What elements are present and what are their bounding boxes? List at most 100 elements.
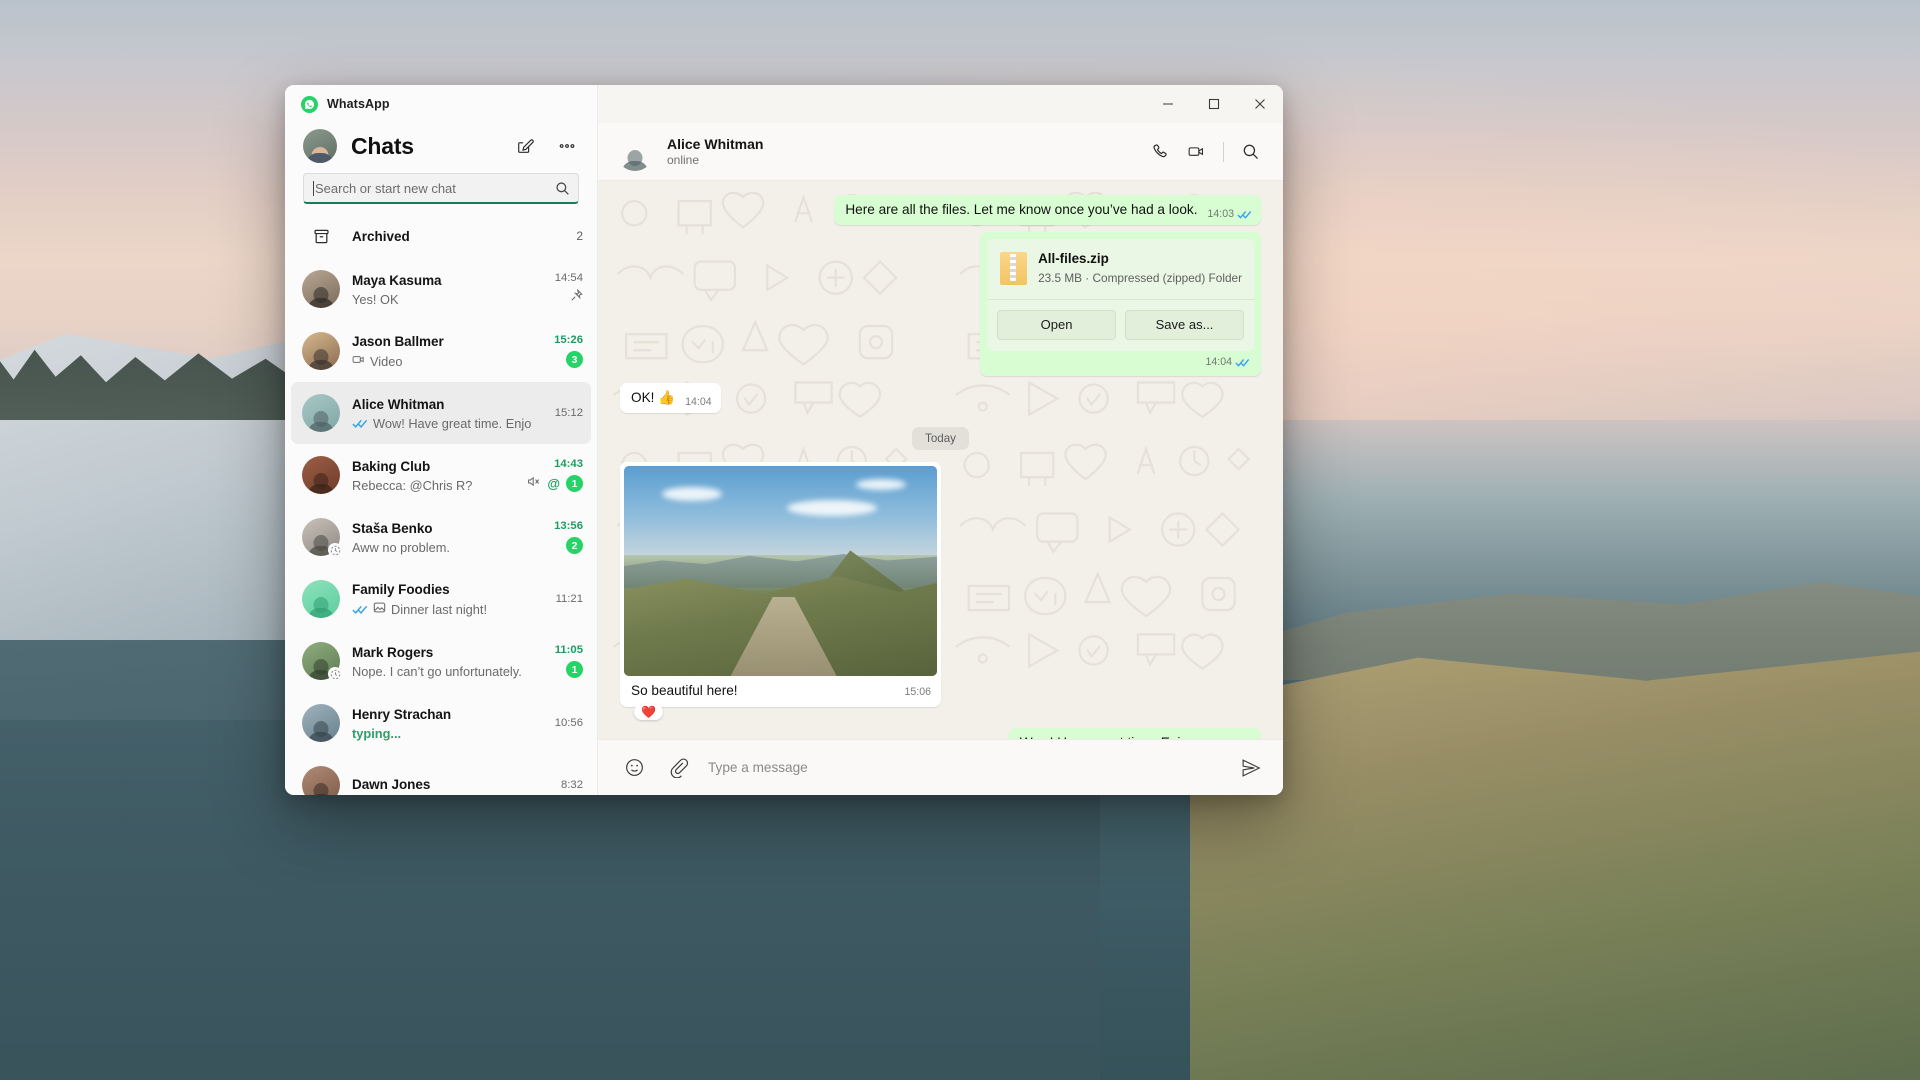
conversation-actions <box>1144 136 1267 168</box>
message-photo[interactable] <box>624 466 937 676</box>
paperclip-icon[interactable] <box>664 754 692 782</box>
chat-item-badges: 2 <box>566 537 583 554</box>
read-receipt-icon <box>1235 357 1250 368</box>
file-name: All-files.zip <box>1038 250 1242 268</box>
chat-item-time: 13:56 <box>554 520 583 532</box>
preview-text: Wow! Have great time. Enjoy. <box>373 416 531 431</box>
chat-list-item[interactable]: Henry Strachantyping...10:56 <box>291 692 591 754</box>
divider <box>1223 142 1224 162</box>
file-message-bubble[interactable]: All-files.zip23.5 MB · Compressed (zippe… <box>980 232 1261 376</box>
search-box[interactable] <box>303 173 579 204</box>
chat-item-text: Henry Strachantyping... <box>352 706 531 741</box>
photo-caption-row: So beautiful here!15:06 <box>624 676 937 701</box>
zip-file-icon <box>1000 252 1027 285</box>
archived-label: Archived <box>352 229 564 244</box>
sidebar-item-archived[interactable]: Archived 2 <box>291 214 591 258</box>
message-row: Wow! Have great time. Enjoy.15:12 <box>620 728 1261 739</box>
text-caret <box>313 181 314 196</box>
chat-item-text: Family Foodies Dinner last night! <box>352 581 531 617</box>
search-icon[interactable] <box>1235 136 1267 168</box>
chat-list[interactable]: Archived 2 Maya KasumaYes! OK14:54Jason … <box>285 214 597 795</box>
open-button[interactable]: Open <box>997 310 1116 340</box>
chat-list-item[interactable]: Dawn Jones8:32 <box>291 754 591 795</box>
chat-item-text: Mark RogersNope. I can’t go unfortunatel… <box>352 644 531 679</box>
chat-item-meta: 14:54 <box>543 272 583 306</box>
search-container <box>285 167 597 214</box>
message-bubble[interactable]: Here are all the files. Let me know once… <box>834 195 1261 225</box>
chat-item-name: Dawn Jones <box>352 777 430 792</box>
message-reaction[interactable]: ❤️ <box>634 704 663 720</box>
message-time: 14:04 <box>1205 355 1232 369</box>
send-icon[interactable] <box>1237 754 1265 782</box>
chat-item-text: Dawn Jones <box>352 776 531 794</box>
message-text: Here are all the files. Let me know once… <box>845 202 1197 217</box>
close-button[interactable] <box>1237 85 1283 123</box>
file-card: All-files.zip23.5 MB · Compressed (zippe… <box>987 239 1254 351</box>
wallpaper-marsh <box>1190 630 1920 1080</box>
status-indicator-icon <box>328 667 342 681</box>
read-receipt-icon <box>352 604 368 615</box>
chat-item-preview: Video <box>352 353 531 369</box>
chat-item-time: 14:43 <box>554 458 583 470</box>
preview-text: Nope. I can’t go unfortunately. <box>352 664 522 679</box>
chat-item-name: Family Foodies <box>352 582 450 597</box>
chat-list-item[interactable]: Maya KasumaYes! OK14:54 <box>291 258 591 320</box>
message-bubble[interactable]: OK! 👍14:04 <box>620 383 721 413</box>
chat-item-preview: typing... <box>352 726 531 741</box>
window-controls <box>1145 85 1283 123</box>
preview-text: Video <box>370 354 403 369</box>
search-icon[interactable] <box>555 181 570 196</box>
unread-badge: 1 <box>566 475 583 492</box>
chat-list-item[interactable]: Baking ClubRebecca: @Chris R?14:43@1 <box>291 444 591 506</box>
unread-badge: 1 <box>566 661 583 678</box>
avatar <box>302 518 340 556</box>
chat-item-badges <box>570 289 583 306</box>
message-row: OK! 👍14:04 <box>620 383 1261 413</box>
avatar <box>302 332 340 370</box>
mute-icon <box>527 475 541 493</box>
chat-list-item[interactable]: Alice WhitmanWow! Have great time. Enjoy… <box>291 382 591 444</box>
chat-item-meta: 14:43 @1 <box>527 458 583 492</box>
more-options-icon[interactable] <box>553 132 581 160</box>
archive-icon <box>302 227 340 246</box>
compose-icon[interactable] <box>511 132 539 160</box>
message-bubble[interactable]: Wow! Have great time. Enjoy.15:12 <box>1009 728 1261 739</box>
avatar[interactable] <box>303 129 337 163</box>
phone-icon[interactable] <box>1144 136 1176 168</box>
message-text: Wow! Have great time. Enjoy. <box>1020 735 1198 739</box>
chat-item-meta: 15:12 <box>543 407 583 419</box>
preview-text: Aww no problem. <box>352 540 450 555</box>
unread-badge: 2 <box>566 537 583 554</box>
avatar <box>302 704 340 742</box>
page-title: Chats <box>351 133 497 160</box>
chat-item-name: Jason Ballmer <box>352 334 444 349</box>
emoji-icon[interactable] <box>620 754 648 782</box>
chat-list-item[interactable]: Jason BallmerVideo15:263 <box>291 320 591 382</box>
save-as-button[interactable]: Save as... <box>1125 310 1244 340</box>
search-input[interactable] <box>315 174 555 202</box>
contact-avatar[interactable] <box>616 133 654 171</box>
read-receipt-icon <box>1237 209 1252 220</box>
whatsapp-logo-icon <box>301 96 318 113</box>
chat-item-badges: @1 <box>527 475 583 492</box>
minimize-button[interactable] <box>1145 85 1191 123</box>
message-input[interactable] <box>708 760 1221 775</box>
chat-list-item[interactable]: Mark RogersNope. I can’t go unfortunatel… <box>291 630 591 692</box>
photo-message-bubble[interactable]: So beautiful here!15:06❤️ <box>620 462 941 706</box>
avatar <box>302 270 340 308</box>
chat-item-preview: Dinner last night! <box>352 601 531 617</box>
message-list[interactable]: Here are all the files. Let me know once… <box>598 181 1283 739</box>
preview-text: Dinner last night! <box>391 602 487 617</box>
video-camera-icon[interactable] <box>1180 136 1212 168</box>
chat-item-preview: Aww no problem. <box>352 540 531 555</box>
message-meta: 14:04 <box>685 395 712 409</box>
maximize-button[interactable] <box>1191 85 1237 123</box>
chat-item-preview: Yes! OK <box>352 292 531 307</box>
chat-item-meta: 11:051 <box>543 644 583 678</box>
contact-status: online <box>667 153 763 167</box>
chat-item-meta: 13:56 2 <box>543 520 583 554</box>
chat-list-item[interactable]: Family FoodiesDinner last night!11:21 <box>291 568 591 630</box>
file-card-actions: Open Save as... <box>987 300 1254 351</box>
chat-list-item[interactable]: Staša BenkoAww no problem.13:562 <box>291 506 591 568</box>
avatar <box>302 456 340 494</box>
